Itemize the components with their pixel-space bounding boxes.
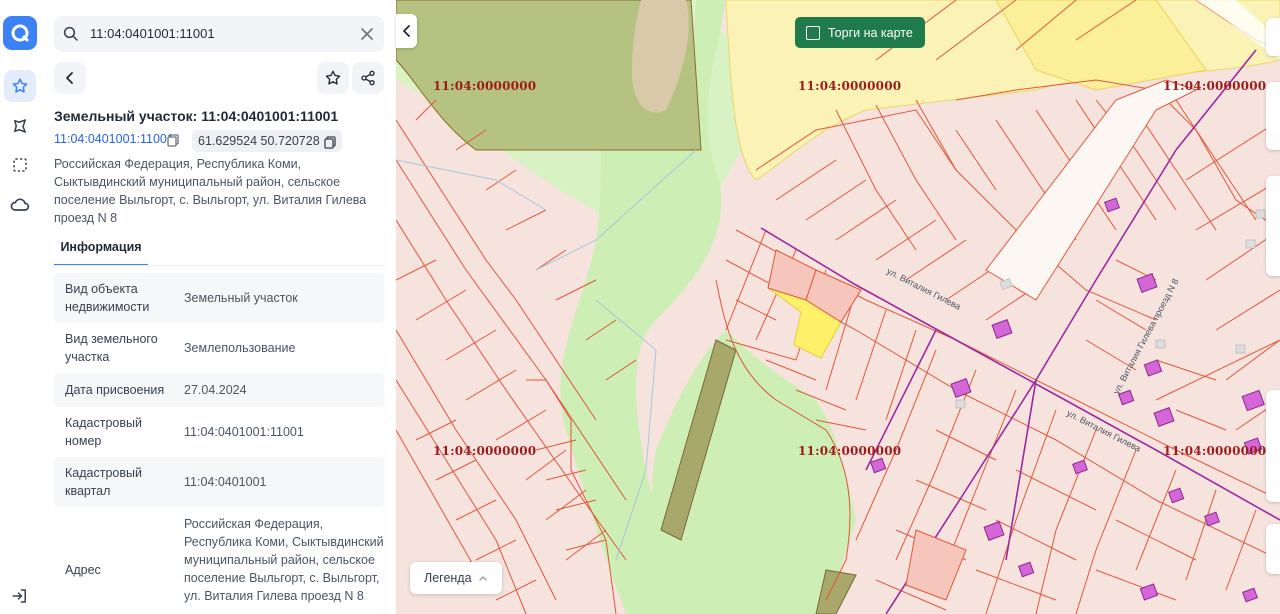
map-control-tools[interactable] <box>1266 82 1280 150</box>
address-text: Российская Федерация, Республика Коми, С… <box>54 157 367 225</box>
select-area-icon[interactable] <box>4 149 36 181</box>
search-input[interactable]: 11:04:0401001:11001 <box>90 26 215 41</box>
coordinates-chip[interactable]: 61.629524 50.720728 <box>192 130 342 152</box>
quarter-label: 11:04:0000000 <box>798 79 902 93</box>
page-title: Земельный участок: 11:04:0401001:11001 <box>54 108 339 124</box>
cadastral-link[interactable]: 11:04:0401001:11001 <box>54 132 174 146</box>
route-icon[interactable] <box>4 110 36 142</box>
info-table: Вид объекта недвижимости Земельный участ… <box>54 273 384 614</box>
app-logo-icon[interactable] <box>3 16 37 50</box>
row-key: Адрес <box>65 563 101 577</box>
quarter-label: 11:04:0000000 <box>433 79 537 93</box>
quarter-label: 11:04:0000000 <box>798 444 902 458</box>
favorite-button[interactable] <box>317 62 349 94</box>
row-value: 11:04:0401001 <box>184 475 267 489</box>
torgi-toggle-button[interactable]: Торги на карте <box>795 17 925 48</box>
copy-icon[interactable] <box>167 134 179 152</box>
close-icon[interactable] <box>358 25 376 43</box>
cloud-icon[interactable] <box>4 189 36 221</box>
torgi-checkbox[interactable] <box>806 25 820 40</box>
legend-button[interactable]: Легенда <box>410 562 502 594</box>
street-label: ул. Виталия Гилева <box>1065 408 1142 454</box>
star-icon <box>325 70 341 85</box>
share-button[interactable] <box>352 62 384 94</box>
favorites-star-icon[interactable] <box>4 70 36 102</box>
share-icon <box>361 70 375 86</box>
row-value: Землепользование <box>184 341 296 355</box>
row-key: Вид земельного участка <box>65 332 158 364</box>
map-control-zoom[interactable] <box>1266 176 1280 276</box>
search-icon <box>62 25 80 48</box>
row-value: 27.04.2024 <box>184 383 247 397</box>
map-control-extra[interactable] <box>1266 524 1280 574</box>
row-key: Вид объекта недвижимости <box>65 282 150 314</box>
street-label: ул. Виталия Гилева проезд N 8 <box>1111 277 1181 396</box>
chevron-up-icon <box>478 571 488 585</box>
quarter-label: 11:04:0000000 <box>433 444 537 458</box>
map-control-layers[interactable] <box>1266 18 1280 56</box>
quarter-label: 11:04:0000000 <box>1163 444 1267 458</box>
back-icon <box>66 72 73 84</box>
torgi-label: Торги на карте <box>828 25 913 40</box>
map-control-nav[interactable] <box>1266 390 1280 502</box>
left-rail <box>0 0 41 614</box>
collapse-panel-button[interactable] <box>396 14 417 48</box>
copy-icon[interactable] <box>324 134 336 156</box>
table-row: Дата присвоения 27.04.2024 <box>54 373 384 407</box>
identifier-row: 11:04:0401001:11001 61.629524 50.720728 <box>54 130 384 152</box>
row-value: Земельный участок <box>184 291 298 305</box>
chevron-left-icon <box>402 25 410 37</box>
row-value: Российская Федерация, Республика Коми, С… <box>184 517 384 603</box>
table-row: Вид объекта недвижимости Земельный участ… <box>54 273 384 323</box>
row-key: Кадастровый квартал <box>65 466 142 498</box>
logout-icon[interactable] <box>4 580 36 612</box>
table-row: Вид земельного участка Землепользование <box>54 323 384 373</box>
row-value: 11:04:0401001:11001 <box>184 425 304 439</box>
table-row: Кадастровый квартал 11:04:0401001 <box>54 457 384 507</box>
quarter-label: 11:04:0000000 <box>1163 79 1267 93</box>
table-row: Кадастровый номер 11:04:0401001:11001 <box>54 407 384 457</box>
row-key: Дата присвоения <box>65 383 165 397</box>
row-key: Кадастровый номер <box>65 416 142 448</box>
search-bar[interactable]: 11:04:0401001:11001 <box>54 16 384 52</box>
tab-information[interactable]: Информация <box>54 238 148 266</box>
coordinates-text: 61.629524 50.720728 <box>198 134 320 148</box>
cadastral-map[interactable]: ул. Виталия Гилева ул. Виталия Гилева ул… <box>396 0 1280 614</box>
tab-divider <box>54 265 384 266</box>
legend-label: Легенда <box>424 571 472 585</box>
street-label: ул. Виталия Гилева <box>885 266 962 312</box>
info-panel: 11:04:0401001:11001 Земельный участок: 1… <box>40 0 397 614</box>
table-row: Адрес Российская Федерация, Республика К… <box>54 507 384 614</box>
back-button[interactable] <box>54 62 86 94</box>
